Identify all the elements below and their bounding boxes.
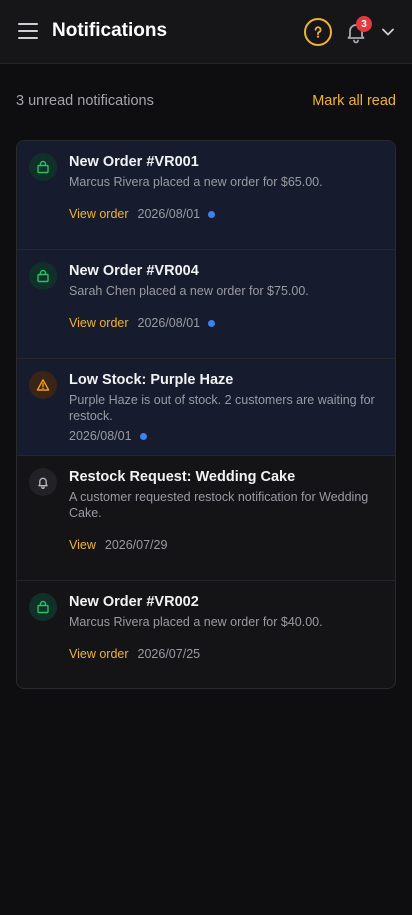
help-button[interactable] <box>304 18 332 46</box>
unread-dot <box>208 210 216 218</box>
notification-item[interactable]: Restock Request: Wedding Cake A customer… <box>17 456 395 581</box>
notification-item[interactable]: New Order #VR002 Marcus Rivera placed a … <box>17 581 395 688</box>
unread-dot <box>139 432 147 440</box>
notification-item[interactable]: Low Stock: Purple Haze Purple Haze is ou… <box>17 359 395 456</box>
unread-summary: 3 unread notifications <box>16 93 154 109</box>
menu-icon[interactable] <box>18 23 38 41</box>
notification-meta: View order 2026/07/25 <box>69 647 200 661</box>
bag-icon <box>29 153 57 181</box>
chevron-down-icon <box>382 28 394 36</box>
view-order-link[interactable]: View order <box>69 647 129 661</box>
notification-meta: View 2026/07/29 <box>69 538 167 552</box>
notification-date: 2026/08/01 <box>137 316 201 330</box>
question-icon <box>314 26 322 38</box>
notification-title: New Order #VR004 <box>69 263 199 279</box>
warning-icon <box>29 371 57 399</box>
notification-description: Sarah Chen placed a new order for $75.00… <box>69 284 309 298</box>
notification-meta: 2026/08/01 <box>69 429 147 443</box>
notification-meta: View order 2026/08/01 <box>69 207 216 221</box>
notification-title: New Order #VR002 <box>69 594 199 610</box>
notification-date: 2026/07/29 <box>104 538 168 552</box>
notification-date: 2026/07/25 <box>137 647 201 661</box>
notification-description: A customer requested restock notificatio… <box>69 490 369 520</box>
bell-icon <box>29 468 57 496</box>
notification-item[interactable]: New Order #VR001 Marcus Rivera placed a … <box>17 141 395 250</box>
bag-icon <box>29 593 57 621</box>
bag-icon <box>29 262 57 290</box>
notification-item[interactable]: New Order #VR004 Sarah Chen placed a new… <box>17 250 395 359</box>
notification-count-badge: 3 <box>356 16 372 32</box>
unread-dot <box>208 319 216 327</box>
notification-title: New Order #VR001 <box>69 154 199 170</box>
notification-description: Marcus Rivera placed a new order for $65… <box>69 175 323 189</box>
top-app-bar: Notifications 3 <box>0 0 412 64</box>
view-link[interactable]: View <box>69 538 96 552</box>
mark-all-read-button[interactable]: Mark all read <box>312 93 396 109</box>
notification-description: Purple Haze is out of stock. 2 customers… <box>69 393 375 423</box>
notification-date: 2026/08/01 <box>69 429 132 443</box>
view-order-link[interactable]: View order <box>69 316 129 330</box>
page-title: Notifications <box>52 20 168 41</box>
notification-title: Restock Request: Wedding Cake <box>69 469 296 485</box>
view-order-link[interactable]: View order <box>69 207 129 221</box>
notification-meta: View order 2026/08/01 <box>69 316 216 330</box>
notification-list: New Order #VR001 Marcus Rivera placed a … <box>16 140 396 689</box>
account-menu-toggle[interactable] <box>380 25 396 39</box>
notification-description: Marcus Rivera placed a new order for $40… <box>69 615 323 629</box>
notification-title: Low Stock: Purple Haze <box>69 372 234 388</box>
notification-date: 2026/08/01 <box>137 207 201 221</box>
